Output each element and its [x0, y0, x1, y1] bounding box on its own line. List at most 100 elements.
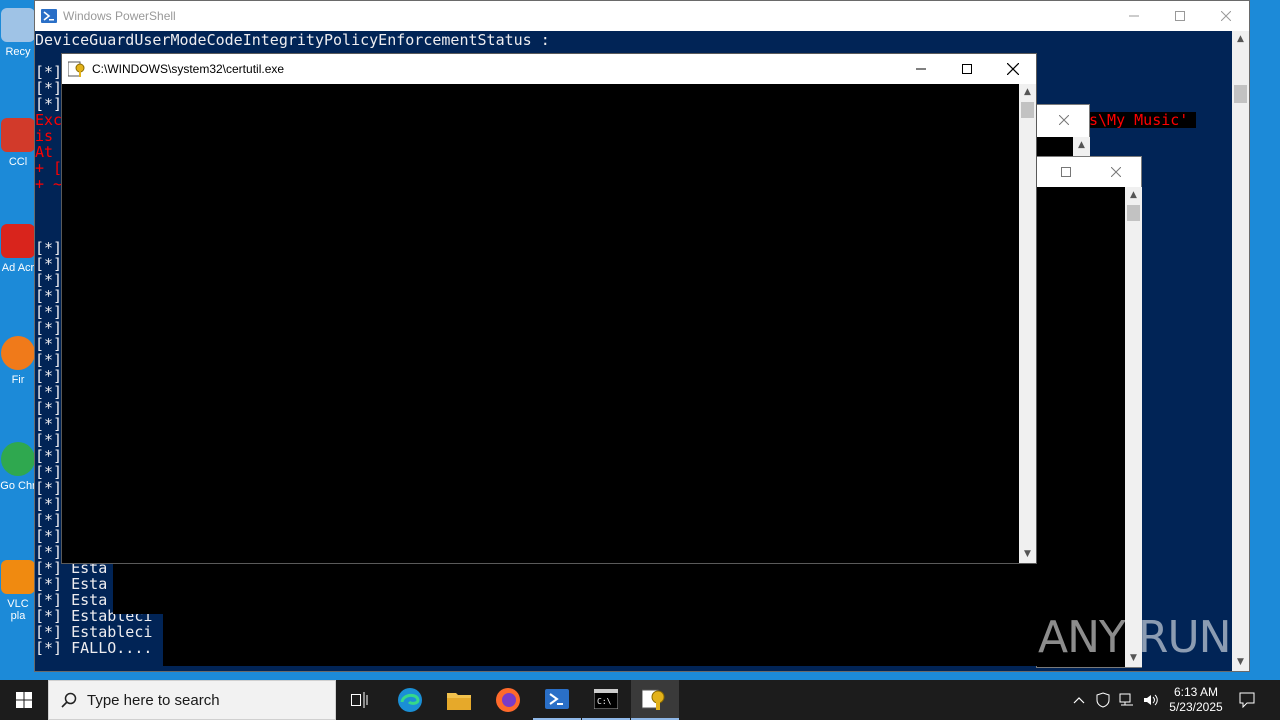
powershell-scrollbar[interactable]: ▲ ▼: [1232, 31, 1249, 671]
volume-icon: [1144, 694, 1158, 706]
acrobat-icon[interactable]: Ad Acr: [0, 224, 36, 274]
error-line: is: [35, 127, 63, 145]
desktop-icon-label: Fir: [11, 374, 25, 386]
console-line: [*]: [35, 287, 63, 305]
desktop-icon-label: Go Chr: [0, 480, 36, 492]
console-line: [*]: [35, 447, 63, 465]
windows-logo-icon: [16, 692, 32, 708]
error-line: Exc: [35, 111, 63, 129]
desktop-icon-label: VLC pla: [7, 598, 29, 622]
powershell-title: Windows PowerShell: [63, 9, 176, 23]
console-line: [*]: [35, 463, 63, 481]
background-console-area: [113, 560, 163, 614]
show-hidden-icons-button[interactable]: [1068, 680, 1090, 720]
vlc-desktop-icon[interactable]: VLC pla: [0, 560, 36, 622]
minimize-button[interactable]: [1111, 1, 1157, 31]
anyrun-watermark: ANY RUN: [1038, 612, 1232, 663]
notification-center-button[interactable]: [1232, 680, 1262, 720]
scroll-thumb[interactable]: [1021, 102, 1034, 118]
scrollbar[interactable]: ▲ ▼: [1125, 187, 1142, 667]
maximize-button[interactable]: [944, 54, 990, 84]
console-line: [*]: [35, 399, 63, 417]
cmd-icon: C:\: [594, 689, 618, 709]
chevron-up-icon: [1073, 697, 1085, 704]
clock-date: 5/23/2025: [1169, 700, 1223, 714]
console-line: [*]: [35, 95, 63, 113]
certutil-console[interactable]: [62, 84, 1021, 563]
background-console-window-2: ▲ ▼: [1036, 156, 1142, 668]
scroll-thumb[interactable]: [1234, 85, 1247, 103]
console-line: [*]: [35, 79, 63, 97]
console-line: [*]: [35, 383, 63, 401]
console-line: [*] FALLO....: [35, 639, 153, 657]
scroll-down-icon[interactable]: ▼: [1232, 654, 1249, 671]
scroll-down-icon[interactable]: ▼: [1019, 546, 1036, 563]
console-line: [*]: [35, 271, 63, 289]
clock-time: 6:13 AM: [1173, 685, 1219, 699]
error-line-right: s\My Music': [1089, 112, 1197, 128]
background-console-area: [163, 560, 1037, 666]
scroll-up-icon[interactable]: ▲: [1232, 31, 1249, 48]
task-view-icon: [351, 692, 368, 708]
taskbar: Type here to search C:\ 6:13 AM 5/23/202…: [0, 680, 1280, 720]
console-line: [*]: [35, 63, 63, 81]
certutil-window: C:\WINDOWS\system32\certutil.exe ▲ ▼: [61, 53, 1037, 564]
tray-network-button[interactable]: [1116, 680, 1138, 720]
tray-volume-button[interactable]: [1140, 680, 1162, 720]
minimize-button[interactable]: [898, 54, 944, 84]
console-line: [*]: [35, 479, 63, 497]
ccleaner-icon[interactable]: CCl: [0, 118, 36, 168]
console-line: [*]: [35, 415, 63, 433]
console-line: [*] Estableci: [35, 623, 153, 641]
maximize-button[interactable]: [1041, 157, 1091, 187]
close-button[interactable]: [1091, 157, 1141, 187]
error-line: + ~: [35, 175, 63, 193]
taskbar-edge-button[interactable]: [386, 680, 434, 720]
powershell-titlebar[interactable]: Windows PowerShell: [35, 1, 1249, 31]
error-line: At: [35, 143, 63, 161]
desktop-icon-label: Recy: [5, 46, 31, 58]
close-button[interactable]: [1203, 1, 1249, 31]
recycle-bin-icon[interactable]: Recy: [0, 8, 36, 58]
notification-icon: [1239, 692, 1255, 708]
tray-clock[interactable]: 6:13 AM 5/23/2025: [1164, 680, 1228, 720]
taskbar-powershell-button[interactable]: [533, 680, 581, 720]
scroll-up-icon[interactable]: ▲: [1019, 84, 1036, 101]
edge-icon: [398, 688, 422, 712]
taskbar-certutil-button[interactable]: [631, 680, 679, 720]
console-line: [*]: [35, 431, 63, 449]
console-line: [*]: [35, 543, 63, 561]
console-line: [*]: [35, 495, 63, 513]
search-icon: [61, 692, 77, 708]
console-line: [*]: [35, 367, 63, 385]
certutil-titlebar[interactable]: C:\WINDOWS\system32\certutil.exe: [62, 54, 1036, 84]
close-button[interactable]: [990, 54, 1036, 84]
console-line: [*]: [35, 255, 63, 273]
console-line: [*]: [35, 319, 63, 337]
certutil-scrollbar[interactable]: ▲ ▼: [1019, 84, 1036, 563]
console-line: [*]: [35, 303, 63, 321]
console-line: DeviceGuardUserModeCodeIntegrityPolicyEn…: [35, 31, 550, 49]
console-line: [*]: [35, 351, 63, 369]
desktop-icon-label: CCl: [8, 156, 28, 168]
taskbar-firefox-button[interactable]: [484, 680, 532, 720]
firefox-desktop-icon[interactable]: Fir: [0, 336, 36, 386]
tray-defender-button[interactable]: [1092, 680, 1114, 720]
search-placeholder: Type here to search: [87, 691, 220, 709]
console-line: [*] Esta: [35, 575, 108, 593]
taskbar-cmd-button[interactable]: C:\: [582, 680, 630, 720]
close-button[interactable]: [1039, 105, 1089, 135]
firefox-icon: [496, 688, 520, 712]
certutil-taskbar-icon: [642, 689, 665, 710]
taskbar-search-box[interactable]: Type here to search: [48, 680, 336, 720]
start-button[interactable]: [0, 680, 48, 720]
error-line: + [: [35, 159, 63, 177]
chrome-desktop-icon[interactable]: Go Chr: [0, 442, 36, 492]
task-view-button[interactable]: [336, 680, 384, 720]
shield-icon: [1096, 692, 1110, 708]
certutil-icon: [68, 61, 85, 77]
taskbar-file-explorer-button[interactable]: [435, 680, 483, 720]
console-line: [*]: [35, 511, 63, 529]
console-line: [*]: [35, 527, 63, 545]
maximize-button[interactable]: [1157, 1, 1203, 31]
